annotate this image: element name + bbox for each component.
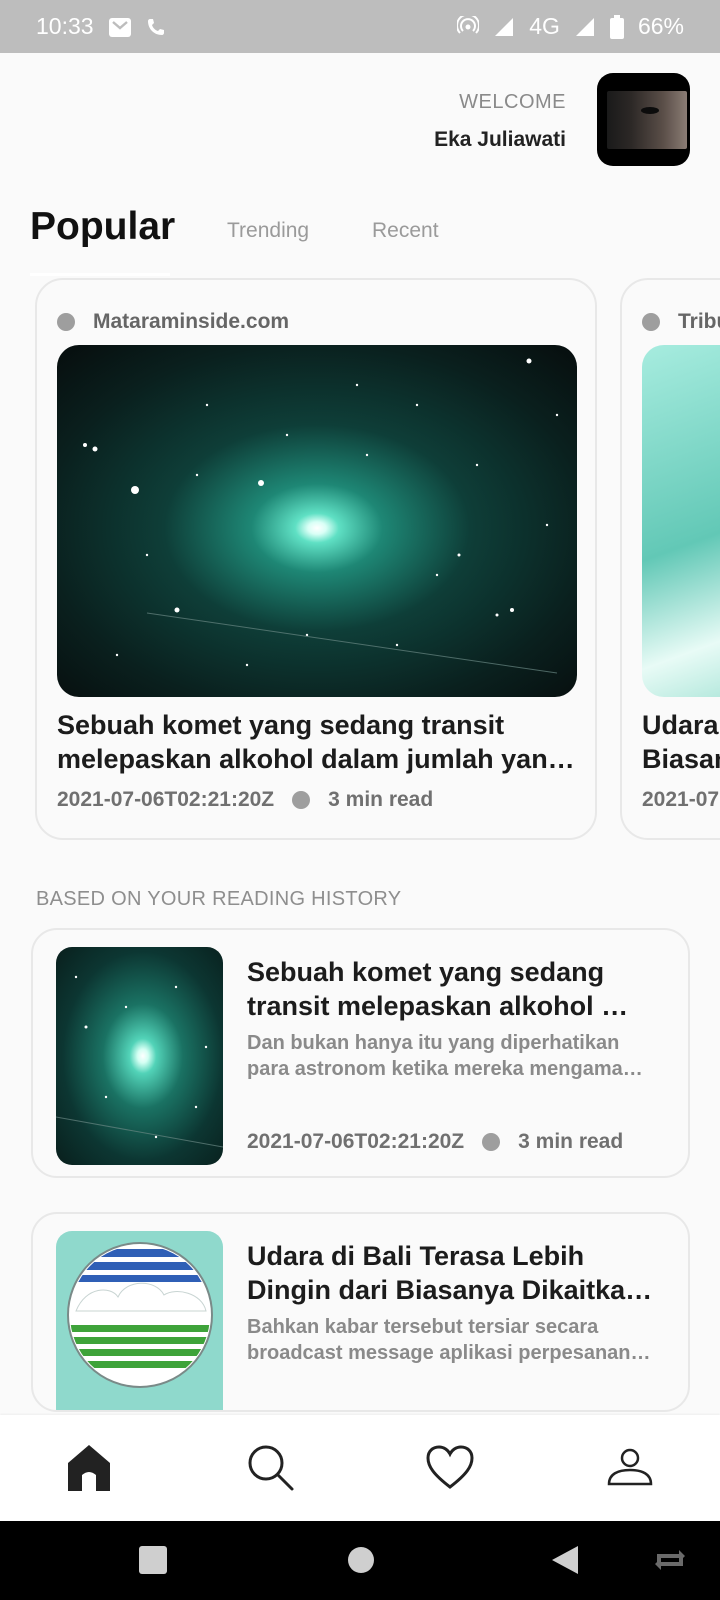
article-date: 2021-07-06T02:21:20Z [247, 1130, 465, 1153]
popular-carousel[interactable]: Mataraminside.com Sebuah komet yang seda… [0, 278, 720, 840]
source-row: Tribu [642, 310, 720, 334]
tab-recent[interactable]: Recent [372, 219, 439, 243]
source-row: Mataraminside.com [57, 310, 289, 334]
tab-popular[interactable]: Popular [30, 205, 175, 249]
tab-underline [30, 273, 170, 276]
signal-icon [493, 16, 515, 38]
popular-card[interactable]: Mataraminside.com Sebuah komet yang seda… [35, 278, 597, 840]
section-label: BASED ON YOUR READING HISTORY [36, 888, 402, 910]
read-time: 3 min read [518, 1130, 624, 1153]
battery-icon [609, 14, 624, 39]
app-screen: 10:33 4G 66% WELCOME Eka Juliawati Popul… [0, 0, 720, 1600]
article-meta: 2021-07 [642, 788, 719, 812]
history-card[interactable]: Sebuah komet yang sedang transit melepas… [31, 928, 690, 1178]
article-description: Dan bukan hanya itu yang diperhatikan pa… [247, 1032, 643, 1080]
mail-icon [108, 16, 132, 38]
home-icon[interactable] [57, 1435, 121, 1499]
rotate-icon[interactable] [645, 1535, 695, 1585]
article-title: Sebuah komet yang sedang transit melepas… [57, 710, 575, 774]
profile-icon[interactable] [598, 1435, 662, 1499]
welcome-label: WELCOME [459, 91, 566, 113]
meta-dot [292, 791, 311, 809]
source-dot [57, 313, 75, 331]
article-thumbnail [56, 947, 223, 1165]
bottom-nav [0, 1415, 720, 1521]
phone-icon [146, 17, 166, 37]
system-nav-bar [0, 1521, 720, 1600]
welcome-block: WELCOME Eka Juliawati [434, 91, 566, 152]
article-title: Udara di Bali Terasa Lebih Dingin dari B… [247, 1241, 642, 1305]
article-date: 2021-07 [642, 788, 720, 811]
article-title: Udara Biasan [642, 710, 720, 774]
battery-level: 66% [637, 13, 684, 39]
hotspot-icon [457, 15, 480, 38]
user-name: Eka Juliawati [434, 128, 566, 151]
status-time: 10:33 [36, 13, 94, 39]
bmkg-logo-text: BMKG [70, 1404, 211, 1412]
header: WELCOME Eka Juliawati [0, 53, 720, 183]
category-tabs: Popular Trending Recent [30, 205, 690, 277]
source-dot [642, 313, 660, 331]
source-name: Mataraminside.com [93, 310, 290, 333]
search-icon[interactable] [238, 1435, 302, 1499]
article-meta: 2021-07-06T02:21:20Z 3 min read [247, 1130, 623, 1154]
article-title: Sebuah komet yang sedang transit melepas… [247, 957, 629, 1021]
bmkg-logo-thumbnail: BMKG [56, 1231, 223, 1412]
history-card[interactable]: BMKG Udara di Bali Terasa Lebih Dingin d… [31, 1212, 690, 1412]
read-time: 3 min read [328, 788, 434, 811]
avatar-photo [607, 91, 687, 149]
tab-trending[interactable]: Trending [227, 219, 309, 243]
avatar[interactable] [597, 73, 690, 166]
data-signal-icon [574, 16, 596, 38]
heart-icon[interactable] [418, 1435, 482, 1499]
back-icon[interactable] [540, 1535, 590, 1585]
source-name: Tribu [678, 310, 720, 333]
network-type: 4G [529, 13, 560, 39]
popular-card[interactable]: Tribu Udara Biasan 2021-07 [620, 278, 720, 840]
status-bar: 10:33 4G 66% [0, 0, 720, 53]
recent-apps-icon[interactable] [128, 1535, 178, 1585]
meta-dot [482, 1133, 501, 1151]
article-date: 2021-07-06T02:21:20Z [57, 788, 275, 811]
home-button-icon[interactable] [336, 1535, 386, 1585]
article-meta: 2021-07-06T02:21:20Z 3 min read [57, 788, 433, 812]
article-description: Bahkan kabar tersebut tersiar secara bro… [247, 1316, 651, 1364]
article-image [642, 345, 720, 697]
article-image [57, 345, 577, 697]
avatar-eye [641, 107, 659, 114]
